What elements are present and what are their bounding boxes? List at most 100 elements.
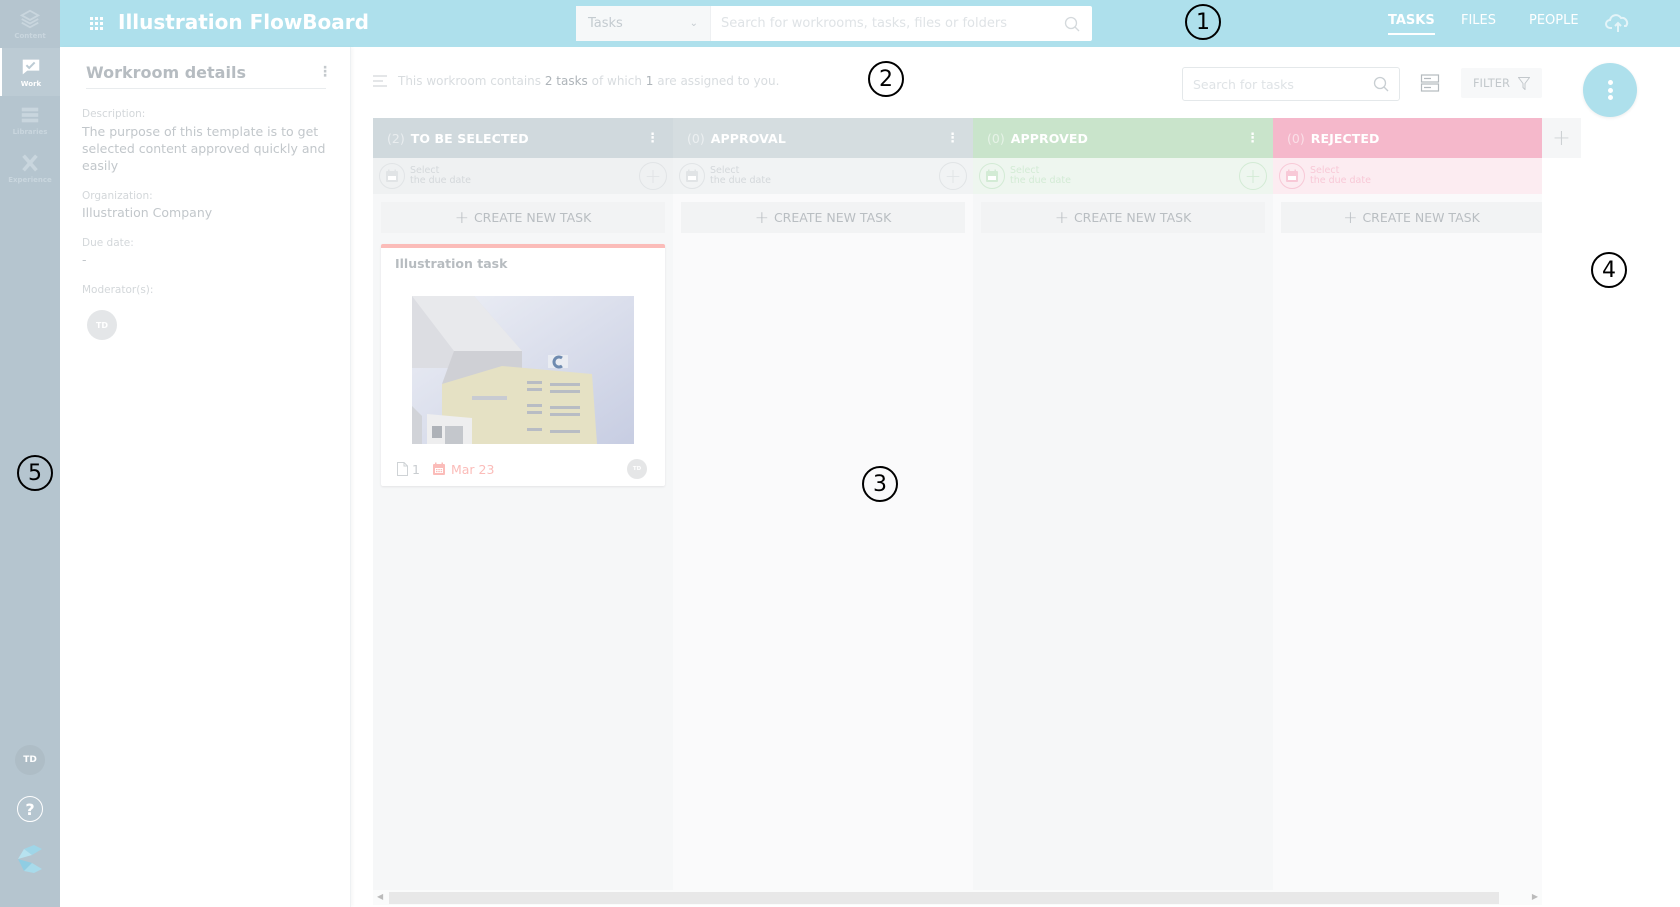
due-date-row: Selectthe due date + bbox=[373, 158, 673, 194]
search-scope-value: Tasks bbox=[588, 16, 623, 31]
column-count: (2) bbox=[387, 130, 405, 146]
top-bar: Illustration FlowBoard Tasks ⌄ TASKS FIL… bbox=[60, 0, 1680, 47]
task-card[interactable]: Illustration task 1 Mar 23 TD bbox=[381, 244, 665, 486]
due-date-hint[interactable]: Select the due date bbox=[710, 166, 771, 186]
scrollbar-thumb[interactable] bbox=[389, 892, 1499, 904]
column-approved: (0) APPROVED ⋮ Select the due date + + CRE… bbox=[973, 118, 1273, 890]
due-date-picker[interactable] bbox=[979, 163, 1005, 189]
create-new-task-button[interactable]: + CREATE NEW TASK bbox=[681, 202, 965, 233]
column-approval: (0) APPROVAL ⋮ Select the due date + + CRE… bbox=[673, 118, 973, 890]
calendar-icon bbox=[686, 169, 698, 182]
rail-item-work[interactable]: Work bbox=[0, 48, 60, 96]
check-bubble-icon bbox=[22, 59, 40, 75]
column-name: APPROVED bbox=[1010, 130, 1089, 146]
moderators-label: Moderator(s): bbox=[82, 284, 154, 296]
task-footer: 1 Mar 23 TD bbox=[397, 459, 647, 479]
rail-item-label: Experience bbox=[8, 176, 52, 184]
due-date-value: - bbox=[82, 252, 87, 267]
create-new-task-button[interactable]: + CREATE NEW TASK bbox=[981, 202, 1265, 233]
workroom-details-panel: Workroom details ⋮ Description: The purp… bbox=[60, 47, 351, 907]
column-name: APPROVAL bbox=[710, 130, 786, 146]
annotation-marker: 1 bbox=[1185, 4, 1221, 40]
due-date-label: Due date: bbox=[82, 237, 134, 249]
app-title: Illustration FlowBoard bbox=[118, 10, 369, 34]
create-label: CREATE NEW TASK bbox=[1073, 210, 1192, 225]
search-icon[interactable] bbox=[1373, 76, 1389, 92]
assignee-avatar[interactable]: TD bbox=[627, 459, 647, 479]
filter-label: FILTER bbox=[1472, 76, 1511, 90]
moderator-avatar[interactable]: TD bbox=[87, 310, 117, 340]
column-body: + CREATE NEW TASK bbox=[673, 194, 973, 890]
calendar-icon bbox=[386, 169, 398, 182]
summary-text: are assigned to you. bbox=[653, 74, 780, 88]
rail-item-label: Work bbox=[20, 80, 42, 88]
create-label: CREATE NEW TASK bbox=[773, 210, 892, 225]
column-menu-icon[interactable]: ⋮ bbox=[1246, 131, 1259, 146]
due-date-picker[interactable] bbox=[379, 163, 405, 189]
create-label: CREATE NEW TASK bbox=[1362, 210, 1480, 225]
calendar-icon bbox=[986, 169, 998, 182]
add-task-circle-button[interactable]: + bbox=[639, 162, 667, 190]
annotation-marker: 5 bbox=[17, 455, 53, 491]
due-date-row: Selectthe due date + bbox=[673, 158, 973, 194]
due-date-hint-line: the due date bbox=[1310, 175, 1371, 186]
tab-files[interactable]: FILES bbox=[1461, 13, 1496, 28]
create-new-task-button[interactable]: + CREATE NEW TASK bbox=[1281, 202, 1542, 233]
summary-text: of which bbox=[587, 74, 646, 88]
plus-icon: + bbox=[1343, 207, 1358, 228]
task-title: Illustration task bbox=[395, 256, 508, 271]
tab-people[interactable]: PEOPLE bbox=[1529, 13, 1579, 28]
search-scope-select[interactable]: Tasks ⌄ bbox=[576, 6, 711, 41]
view-toggle-icon[interactable] bbox=[1420, 73, 1440, 93]
organization-label: Organization: bbox=[82, 190, 153, 202]
column-body: + CREATE NEW TASK Illustration task 1 Ma… bbox=[373, 194, 673, 890]
rail-item-content[interactable]: Content bbox=[0, 0, 60, 48]
tab-tasks[interactable]: TASKS bbox=[1388, 13, 1435, 35]
scroll-right-arrow-icon[interactable]: ▶ bbox=[1532, 892, 1538, 901]
scroll-left-arrow-icon[interactable]: ◀ bbox=[377, 892, 383, 901]
plus-icon: + bbox=[1054, 207, 1069, 228]
calendar-icon bbox=[432, 462, 445, 475]
create-new-task-button[interactable]: + CREATE NEW TASK bbox=[381, 202, 665, 233]
rail-item-label: Libraries bbox=[12, 128, 48, 136]
help-icon[interactable]: ? bbox=[17, 796, 43, 822]
global-search-input[interactable] bbox=[711, 6, 1052, 41]
column-menu-icon[interactable]: ⋮ bbox=[946, 131, 959, 146]
due-date-row: Selectthe due date + bbox=[973, 158, 1273, 194]
x-icon bbox=[22, 154, 38, 172]
add-column-button[interactable]: + bbox=[1542, 118, 1581, 158]
annotation-marker: 2 bbox=[868, 61, 904, 97]
details-menu-icon[interactable]: ⋮ bbox=[318, 64, 332, 80]
search-icon bbox=[1064, 16, 1080, 31]
board-horizontal-scrollbar[interactable]: ◀ ▶ bbox=[373, 890, 1542, 905]
task-search-input[interactable] bbox=[1183, 76, 1373, 92]
global-search: Tasks ⌄ bbox=[576, 6, 1092, 41]
apps-grid-icon[interactable] bbox=[90, 17, 103, 30]
due-date-hint-line: the due date bbox=[710, 175, 771, 186]
due-date-picker[interactable] bbox=[679, 163, 705, 189]
due-date-picker[interactable] bbox=[1279, 163, 1305, 189]
add-task-circle-button[interactable]: + bbox=[1239, 162, 1267, 190]
search-button[interactable] bbox=[1052, 6, 1092, 41]
rail-item-experience[interactable]: Experience bbox=[0, 144, 60, 192]
column-body: + CREATE NEW TASK bbox=[973, 194, 1273, 890]
hamburger-menu-icon[interactable] bbox=[373, 75, 387, 87]
due-date-hint[interactable]: Select the due date bbox=[1010, 166, 1071, 186]
user-avatar[interactable]: TD bbox=[15, 745, 45, 775]
due-date-hint[interactable]: Select the due date bbox=[410, 166, 471, 186]
list-icon bbox=[21, 107, 39, 123]
column-count: (0) bbox=[1287, 130, 1305, 146]
task-count: 2 tasks bbox=[544, 74, 588, 88]
due-date-row: Selectthe due date + bbox=[1273, 158, 1542, 194]
rail-item-libraries[interactable]: Libraries bbox=[0, 96, 60, 144]
filter-button[interactable]: FILTER bbox=[1461, 68, 1542, 98]
column-to-be-selected: (2) TO BE SELECTED ⋮ Select the due date … bbox=[373, 118, 673, 890]
organization-value: Illustration Company bbox=[82, 205, 213, 220]
kanban-board: (2) TO BE SELECTED ⋮ Select the due date … bbox=[373, 118, 1542, 890]
add-task-circle-button[interactable]: + bbox=[939, 162, 967, 190]
column-menu-icon[interactable]: ⋮ bbox=[646, 131, 659, 146]
cloud-sync-icon[interactable] bbox=[1605, 12, 1631, 34]
due-date-hint[interactable]: Select the due date bbox=[1310, 166, 1371, 186]
chevron-down-icon: ⌄ bbox=[689, 18, 698, 29]
more-actions-fab[interactable] bbox=[1583, 63, 1637, 117]
